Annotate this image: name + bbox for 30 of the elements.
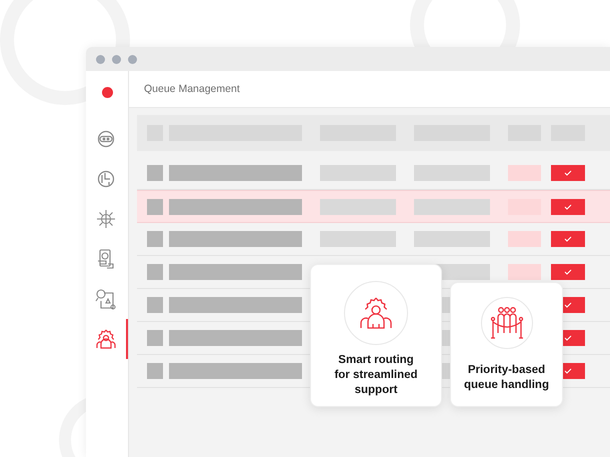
robot-face-icon [97, 130, 115, 148]
placeholder-bar [508, 264, 541, 280]
checkbox[interactable] [551, 165, 585, 181]
placeholder-bar [508, 231, 541, 247]
logo-dot [102, 87, 112, 98]
checkbox[interactable] [551, 231, 585, 247]
card-text: Smart routing for streamlined support [333, 353, 419, 398]
placeholder-block [147, 165, 163, 181]
placeholder-block [147, 198, 163, 214]
network-globe-icon [96, 209, 116, 229]
placeholder-bar [508, 165, 541, 181]
check-icon [564, 269, 572, 275]
card-text: Priority-based queue handling [463, 363, 550, 393]
page-title: Queue Management [144, 83, 240, 95]
check-icon [564, 236, 572, 242]
checkbox[interactable] [551, 264, 585, 280]
queue-people-icon [488, 306, 524, 340]
placeholder-block [147, 330, 163, 346]
checkbox[interactable] [551, 198, 585, 214]
globe-clock-icon [97, 170, 115, 188]
search-document-icon [95, 288, 117, 310]
placeholder-block [147, 297, 163, 313]
check-icon [564, 170, 572, 176]
gear-team-icon [95, 328, 117, 350]
placeholder-block [147, 264, 163, 280]
placeholder-block [147, 363, 163, 379]
check-icon [564, 204, 572, 210]
placeholder-block [147, 231, 163, 247]
gear-team-icon [359, 296, 393, 330]
phone-support-icon [97, 249, 115, 269]
